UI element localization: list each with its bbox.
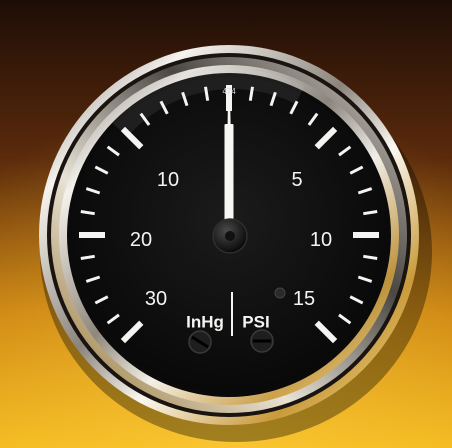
pressure-unit: PSI bbox=[242, 313, 269, 332]
screw-right bbox=[250, 329, 274, 353]
stop-pin bbox=[274, 287, 286, 299]
hub-center bbox=[225, 231, 235, 241]
vacuum-label-30: 30 bbox=[145, 288, 167, 310]
vacuum-unit: InHg bbox=[186, 313, 224, 332]
pressure-label-15: 15 bbox=[293, 288, 315, 310]
pressure-label-10: 10 bbox=[310, 229, 332, 251]
vacuum-label-10: 10 bbox=[157, 169, 179, 191]
screw-left bbox=[188, 330, 212, 354]
pressure-label-5: 5 bbox=[291, 169, 302, 191]
vacuum-label-20: 20 bbox=[130, 229, 152, 251]
gauge-photo: 474 10 20 30 5 10 15 InHg PSI bbox=[0, 0, 452, 448]
